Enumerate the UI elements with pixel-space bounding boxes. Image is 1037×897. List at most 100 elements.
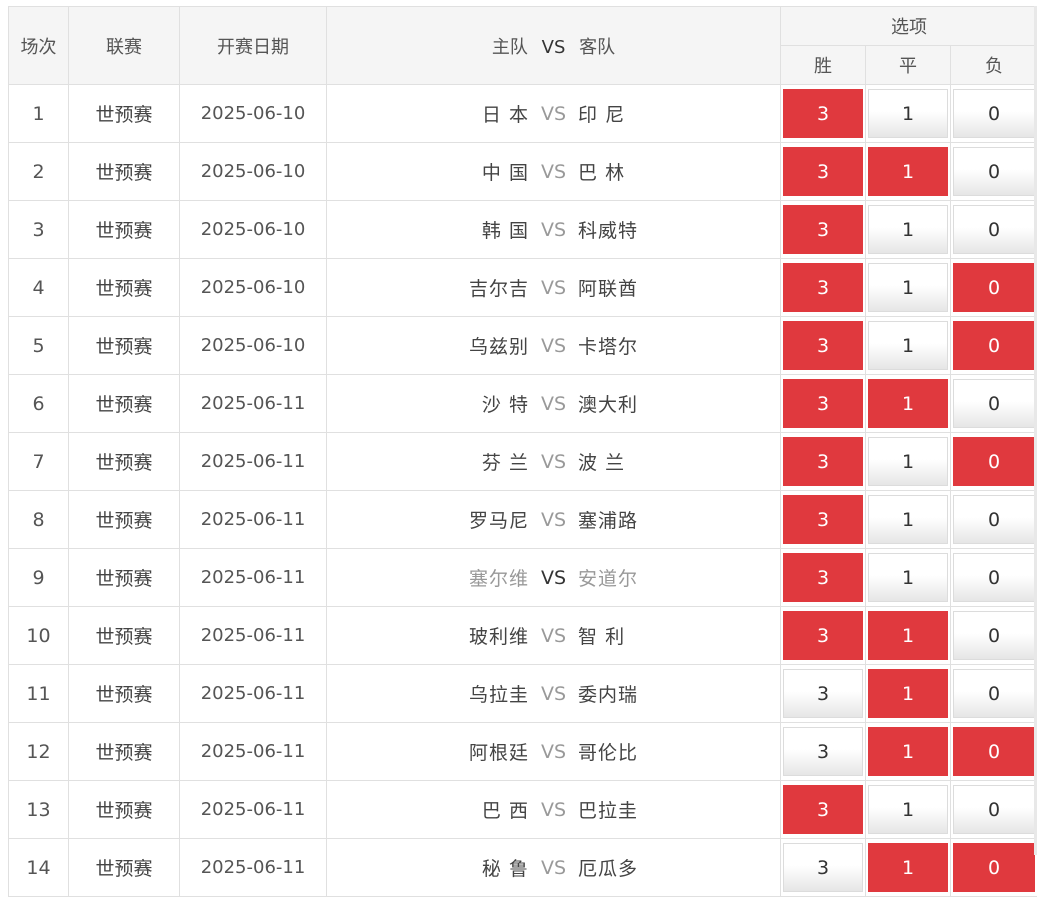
option-draw-button[interactable]: 1 <box>868 321 948 370</box>
option-win-button[interactable]: 3 <box>783 611 863 660</box>
option-draw-button[interactable]: 1 <box>868 553 948 602</box>
table-row: 5世预赛2025-06-10乌兹别VS卡塔尔310 <box>9 317 1037 375</box>
round-number: 10 <box>9 607 69 665</box>
option-win-button[interactable]: 3 <box>783 727 863 776</box>
match-table: 场次 联赛 开赛日期 主队 VS 客队 选项 胜 平 负 1世预赛2025-06… <box>8 6 1037 897</box>
option-win-button[interactable]: 3 <box>783 379 863 428</box>
option-loss-button[interactable]: 0 <box>953 205 1035 254</box>
vs-label: VS <box>541 103 566 125</box>
match-date: 2025-06-10 <box>180 85 327 143</box>
header-vs: VS <box>542 37 566 58</box>
option-draw-button[interactable]: 1 <box>868 437 948 486</box>
away-team: 安道尔 <box>566 564 766 591</box>
match-table-container: 场次 联赛 开赛日期 主队 VS 客队 选项 胜 平 负 1世预赛2025-06… <box>8 6 1037 897</box>
match-teams: 巴 西VS巴拉圭 <box>327 781 781 839</box>
option-loss-button[interactable]: 0 <box>953 553 1035 602</box>
match-date: 2025-06-10 <box>180 143 327 201</box>
option-cell-draw: 1 <box>866 839 951 897</box>
option-draw-button[interactable]: 1 <box>868 495 948 544</box>
away-team: 委内瑞 <box>566 680 766 707</box>
option-win-button[interactable]: 3 <box>783 785 863 834</box>
option-win-button[interactable]: 3 <box>783 495 863 544</box>
option-draw-button[interactable]: 1 <box>868 379 948 428</box>
home-team: 乌拉圭 <box>341 680 541 707</box>
option-loss-button[interactable]: 0 <box>953 89 1035 138</box>
option-loss-button[interactable]: 0 <box>953 611 1035 660</box>
table-row: 3世预赛2025-06-10韩 国VS科威特310 <box>9 201 1037 259</box>
round-number: 11 <box>9 665 69 723</box>
vs-label: VS <box>541 277 566 299</box>
option-draw-button[interactable]: 1 <box>868 727 948 776</box>
option-loss-button[interactable]: 0 <box>953 843 1035 892</box>
option-draw-button[interactable]: 1 <box>868 785 948 834</box>
option-cell-win: 3 <box>781 723 866 781</box>
league-name: 世预赛 <box>69 85 180 143</box>
table-row: 4世预赛2025-06-10吉尔吉VS阿联酋310 <box>9 259 1037 317</box>
away-team: 巴拉圭 <box>566 796 766 823</box>
header-date: 开赛日期 <box>180 7 327 85</box>
option-draw-button[interactable]: 1 <box>868 263 948 312</box>
option-loss-button[interactable]: 0 <box>953 727 1035 776</box>
option-cell-draw: 1 <box>866 259 951 317</box>
option-cell-draw: 1 <box>866 549 951 607</box>
vs-label: VS <box>541 335 566 357</box>
option-draw-button[interactable]: 1 <box>868 843 948 892</box>
vs-label: VS <box>541 451 566 473</box>
option-cell-draw: 1 <box>866 781 951 839</box>
option-cell-loss: 0 <box>951 491 1037 549</box>
match-teams: 阿根廷VS哥伦比 <box>327 723 781 781</box>
option-win-button[interactable]: 3 <box>783 669 863 718</box>
round-number: 9 <box>9 549 69 607</box>
league-name: 世预赛 <box>69 143 180 201</box>
option-cell-win: 3 <box>781 259 866 317</box>
round-number: 2 <box>9 143 69 201</box>
match-date: 2025-06-11 <box>180 665 327 723</box>
option-loss-button[interactable]: 0 <box>953 263 1035 312</box>
option-win-button[interactable]: 3 <box>783 205 863 254</box>
header-teams: 主队 VS 客队 <box>327 7 781 85</box>
match-date: 2025-06-11 <box>180 781 327 839</box>
option-loss-button[interactable]: 0 <box>953 437 1035 486</box>
table-row: 6世预赛2025-06-11沙 特VS澳大利310 <box>9 375 1037 433</box>
match-teams: 中 国VS巴 林 <box>327 143 781 201</box>
option-loss-button[interactable]: 0 <box>953 321 1035 370</box>
table-row: 13世预赛2025-06-11巴 西VS巴拉圭310 <box>9 781 1037 839</box>
option-win-button[interactable]: 3 <box>783 147 863 196</box>
option-draw-button[interactable]: 1 <box>868 611 948 660</box>
option-cell-win: 3 <box>781 317 866 375</box>
away-team: 哥伦比 <box>566 738 766 765</box>
option-win-button[interactable]: 3 <box>783 263 863 312</box>
home-team: 阿根廷 <box>341 738 541 765</box>
header-away: 客队 <box>579 37 615 58</box>
option-draw-button[interactable]: 1 <box>868 89 948 138</box>
option-cell-win: 3 <box>781 607 866 665</box>
header-draw: 平 <box>866 46 951 85</box>
option-loss-button[interactable]: 0 <box>953 785 1035 834</box>
match-date: 2025-06-11 <box>180 549 327 607</box>
option-loss-button[interactable]: 0 <box>953 669 1035 718</box>
option-cell-win: 3 <box>781 375 866 433</box>
option-loss-button[interactable]: 0 <box>953 147 1035 196</box>
match-teams: 玻利维VS智 利 <box>327 607 781 665</box>
away-team: 科威特 <box>566 216 766 243</box>
vs-label: VS <box>541 799 566 821</box>
match-teams: 吉尔吉VS阿联酋 <box>327 259 781 317</box>
vs-label: VS <box>541 219 566 241</box>
option-win-button[interactable]: 3 <box>783 321 863 370</box>
option-win-button[interactable]: 3 <box>783 89 863 138</box>
league-name: 世预赛 <box>69 317 180 375</box>
option-cell-win: 3 <box>781 201 866 259</box>
home-team: 塞尔维 <box>341 564 541 591</box>
home-team: 乌兹别 <box>341 332 541 359</box>
option-loss-button[interactable]: 0 <box>953 379 1035 428</box>
match-date: 2025-06-11 <box>180 491 327 549</box>
option-win-button[interactable]: 3 <box>783 553 863 602</box>
option-draw-button[interactable]: 1 <box>868 147 948 196</box>
option-loss-button[interactable]: 0 <box>953 495 1035 544</box>
vs-label: VS <box>541 683 566 705</box>
option-draw-button[interactable]: 1 <box>868 205 948 254</box>
away-team: 卡塔尔 <box>566 332 766 359</box>
option-draw-button[interactable]: 1 <box>868 669 948 718</box>
option-win-button[interactable]: 3 <box>783 843 863 892</box>
option-win-button[interactable]: 3 <box>783 437 863 486</box>
